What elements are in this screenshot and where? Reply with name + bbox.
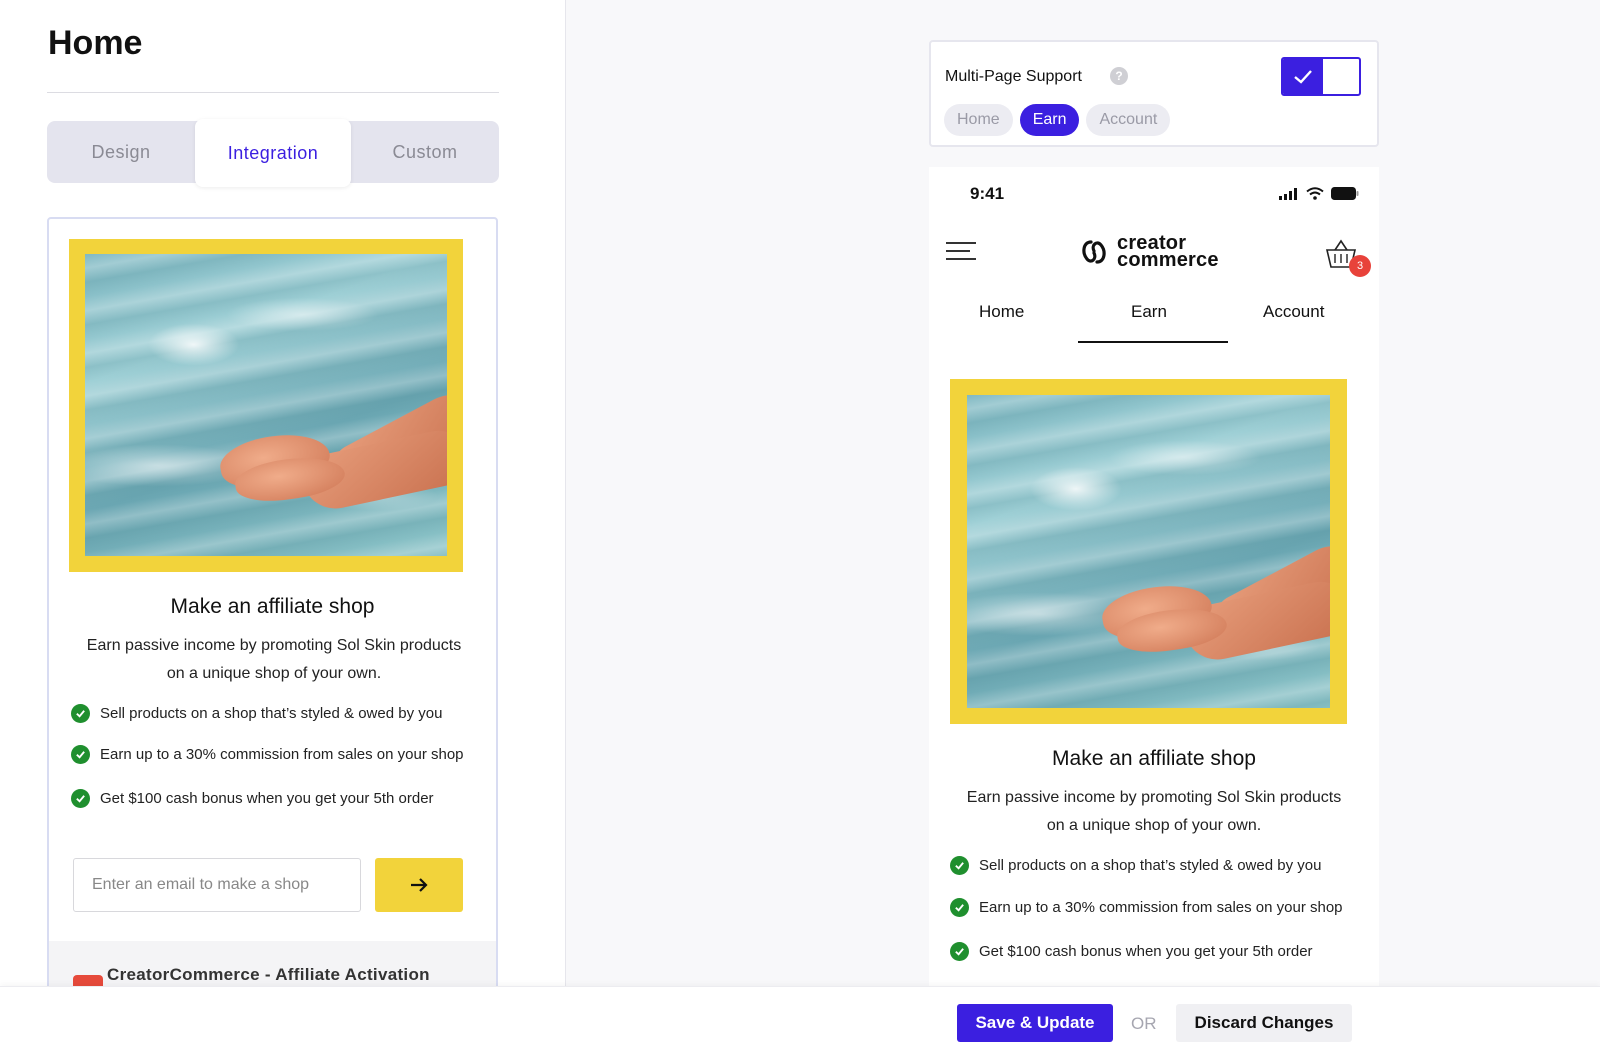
feature-text: Earn up to a 30% commission from sales o… — [979, 899, 1343, 916]
feature-text: Get $100 cash bonus when you get your 5t… — [979, 943, 1313, 960]
help-icon[interactable]: ? — [1110, 67, 1128, 85]
feature-item: Sell products on a shop that’s styled & … — [71, 704, 442, 723]
logo-mark-icon — [1082, 240, 1106, 264]
tab-integration[interactable]: Integration — [195, 119, 351, 187]
status-time: 9:41 — [970, 184, 1005, 203]
hero-image — [967, 395, 1330, 708]
feature-item: Get $100 cash bonus when you get your 5t… — [71, 789, 434, 808]
preview-description: Earn passive income by promoting Sol Ski… — [86, 637, 462, 682]
feature-item: Earn up to a 30% commission from sales o… — [71, 745, 464, 764]
hero-image — [85, 254, 447, 556]
check-icon — [71, 789, 90, 808]
check-icon — [71, 704, 90, 723]
page-pill-home[interactable]: Home — [944, 104, 1013, 136]
menu-icon[interactable] — [946, 239, 976, 263]
multi-page-label: Multi-Page Support — [945, 68, 1082, 85]
brand-logo: creator commerce — [1079, 233, 1219, 271]
phone-nav-account[interactable]: Account — [1263, 302, 1324, 322]
footer-title: CreatorCommerce - Affiliate Activation — [107, 965, 430, 984]
active-nav-indicator — [1078, 341, 1228, 343]
preview-heading: Make an affiliate shop — [170, 595, 375, 618]
title-divider — [47, 92, 499, 93]
feature-item: Sell products on a shop that’s styled & … — [950, 856, 1321, 875]
preview-card: Make an affiliate shop Earn passive inco… — [47, 217, 498, 1049]
preview-heading: Make an affiliate shop — [1052, 747, 1256, 770]
arrow-right-icon — [411, 878, 428, 892]
brand-line-2: commerce — [1117, 249, 1219, 271]
page-title: Home — [48, 24, 143, 62]
checkmark-icon — [1283, 59, 1323, 94]
tab-design[interactable]: Design — [47, 121, 195, 183]
feature-item: Earn up to a 30% commission from sales o… — [950, 898, 1343, 917]
hero-image-frame — [69, 239, 463, 572]
feature-text: Sell products on a shop that’s styled & … — [979, 857, 1322, 874]
check-icon — [950, 898, 969, 917]
page-selector: Home Earn Account — [944, 104, 1171, 136]
phone-preview: 9:41 creator commerce 3 Home Earn Accoun… — [929, 167, 1379, 997]
save-update-button[interactable]: Save & Update — [957, 1004, 1113, 1042]
preview-area: Multi-Page Support ? Home Earn Account 9… — [566, 0, 1600, 1049]
signal-icon — [1279, 187, 1297, 200]
page-pill-account[interactable]: Account — [1086, 104, 1171, 136]
check-icon — [950, 856, 969, 875]
submit-email-button[interactable] — [375, 858, 463, 912]
feature-item: Get $100 cash bonus when you get your 5t… — [950, 942, 1313, 961]
editor-panel: Home Design Custom Integration Make an a… — [0, 0, 566, 1049]
email-input[interactable] — [73, 858, 361, 912]
battery-icon — [1331, 187, 1359, 200]
multi-page-settings: Multi-Page Support ? Home Earn Account — [929, 40, 1379, 147]
status-icons — [1279, 187, 1359, 200]
phone-nav-earn[interactable]: Earn — [1131, 302, 1167, 322]
page-pill-earn[interactable]: Earn — [1019, 104, 1080, 136]
feature-text: Get $100 cash bonus when you get your 5t… — [100, 790, 434, 807]
check-icon — [71, 745, 90, 764]
tab-custom[interactable]: Custom — [351, 121, 499, 183]
discard-changes-button[interactable]: Discard Changes — [1176, 1004, 1352, 1042]
wifi-icon — [1306, 187, 1324, 200]
check-icon — [950, 942, 969, 961]
tab-bar: Design Custom Integration — [47, 119, 499, 187]
phone-nav-home[interactable]: Home — [979, 302, 1024, 322]
cart-count-badge: 3 — [1349, 255, 1371, 277]
hero-image-frame — [950, 379, 1347, 724]
feature-text: Earn up to a 30% commission from sales o… — [100, 746, 464, 763]
preview-description: Earn passive income by promoting Sol Ski… — [966, 789, 1342, 834]
action-bar: Save & Update OR Discard Changes — [0, 986, 1600, 1049]
multi-page-toggle[interactable] — [1281, 57, 1361, 96]
or-separator: OR — [1131, 1014, 1157, 1033]
feature-text: Sell products on a shop that’s styled & … — [100, 705, 443, 722]
